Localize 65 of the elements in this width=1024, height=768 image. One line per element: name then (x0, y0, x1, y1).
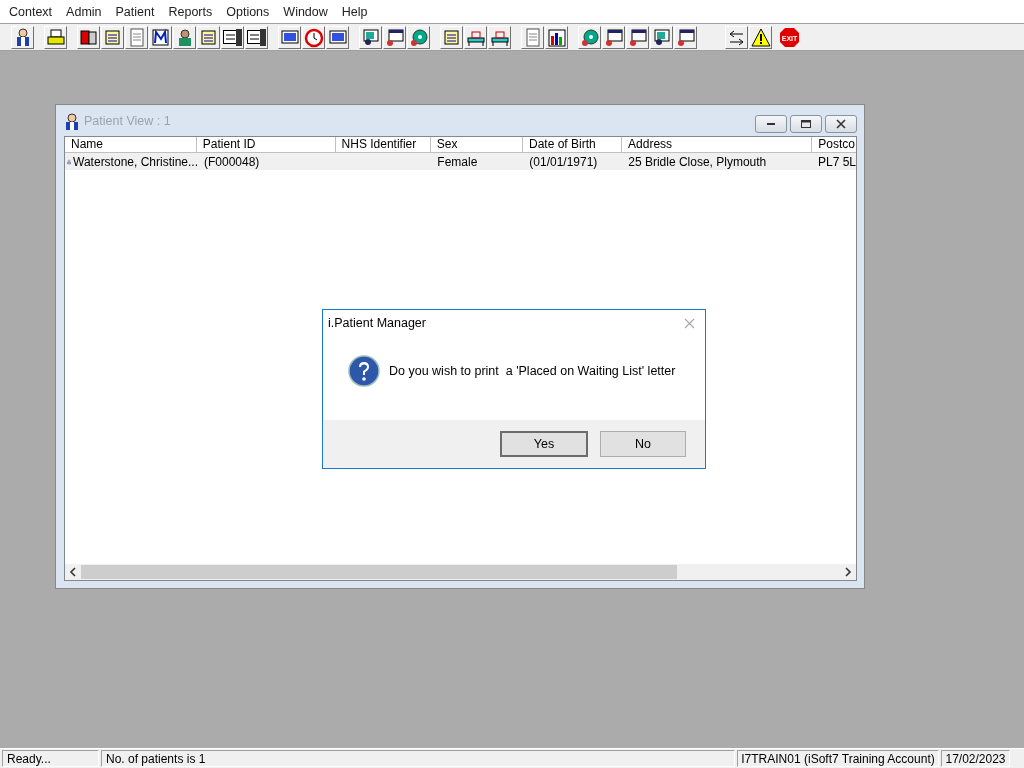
status-text: 17/02/2023 (941, 750, 1010, 767)
toolbar-button[interactable] (545, 25, 568, 49)
toolbar-button[interactable] (626, 25, 649, 49)
table-cell: PL7 5L (818, 154, 856, 169)
minimize-button[interactable] (755, 114, 787, 133)
toolbar-button[interactable] (602, 25, 625, 49)
table-cell: Waterstone, Christine... (73, 154, 198, 169)
table-cell: 25 Bridle Close, Plymouth (628, 154, 767, 169)
table-cell: (01/01/1971) (529, 154, 598, 169)
menu-item[interactable]: Context (2, 4, 60, 19)
clock-icon (303, 26, 324, 48)
toolbar-button[interactable] (326, 25, 349, 49)
dialog-title: i.Patient Manager (328, 316, 426, 330)
form-icon (675, 26, 696, 48)
close-icon (684, 317, 695, 329)
menu-item[interactable]: Reports (161, 4, 220, 19)
toolbar-button[interactable] (407, 25, 430, 49)
printer-icon (45, 26, 66, 48)
toolbar-button[interactable] (464, 25, 487, 49)
toolbar-button[interactable] (749, 25, 772, 49)
form-icon (384, 26, 405, 48)
screen-icon (360, 26, 381, 48)
toolbar-button[interactable] (383, 25, 406, 49)
toolbar-button[interactable] (359, 25, 382, 49)
screen-icon (651, 26, 672, 48)
toolbar-button[interactable] (488, 25, 511, 49)
form-icon (603, 26, 624, 48)
toolbar-button[interactable] (650, 25, 673, 49)
toolbar-button[interactable] (278, 25, 301, 49)
toolbar-button[interactable] (173, 25, 196, 49)
status-text: I7TRAIN01 (iSoft7 Training Account) (737, 750, 939, 767)
toolbar-button[interactable] (674, 25, 697, 49)
zigzag-icon (150, 26, 171, 48)
window-title: Patient View : 1 (84, 113, 171, 128)
table-row[interactable]: Waterstone, Christine... (F000048) Female (01/01/1971) 25 Bridle Close, Plymouth PL7 5L (65, 153, 856, 170)
toolbar-button[interactable] (578, 25, 601, 49)
no-button[interactable]: No (600, 431, 686, 457)
menu-item[interactable]: Patient (108, 4, 162, 19)
toolbar-button[interactable] (725, 25, 748, 49)
status-text: Ready... (2, 750, 99, 767)
form-icon (627, 26, 648, 48)
toolbar-button[interactable] (77, 25, 100, 49)
question-icon (348, 355, 380, 387)
bar-chart-icon (546, 26, 567, 48)
close-button[interactable] (825, 114, 857, 133)
restore-icon (800, 117, 812, 130)
close-icon (835, 117, 847, 130)
menu-item[interactable]: Help (334, 4, 375, 19)
horizontal-scrollbar[interactable] (65, 564, 856, 580)
status-text: No. of patients is 1 (101, 750, 735, 767)
toolbar-button[interactable] (149, 25, 172, 49)
toolbar-button[interactable] (44, 25, 67, 49)
restore-button[interactable] (790, 114, 822, 133)
table-cell: Female (437, 154, 478, 169)
toolbar-button[interactable] (11, 25, 34, 49)
warning-icon (750, 26, 771, 48)
menu-item[interactable]: Window (276, 4, 335, 19)
menu-item[interactable]: Options (219, 4, 277, 19)
dialog-message: Do you wish to print a 'Placed on Waiting List' letter (389, 364, 676, 378)
menu-item[interactable]: Admin (59, 4, 109, 19)
person-icon (64, 111, 80, 130)
table-cell: (F000048) (204, 154, 260, 169)
disc-icon (408, 26, 429, 48)
yes-button[interactable]: Yes (500, 431, 588, 457)
disc-icon (579, 26, 600, 48)
